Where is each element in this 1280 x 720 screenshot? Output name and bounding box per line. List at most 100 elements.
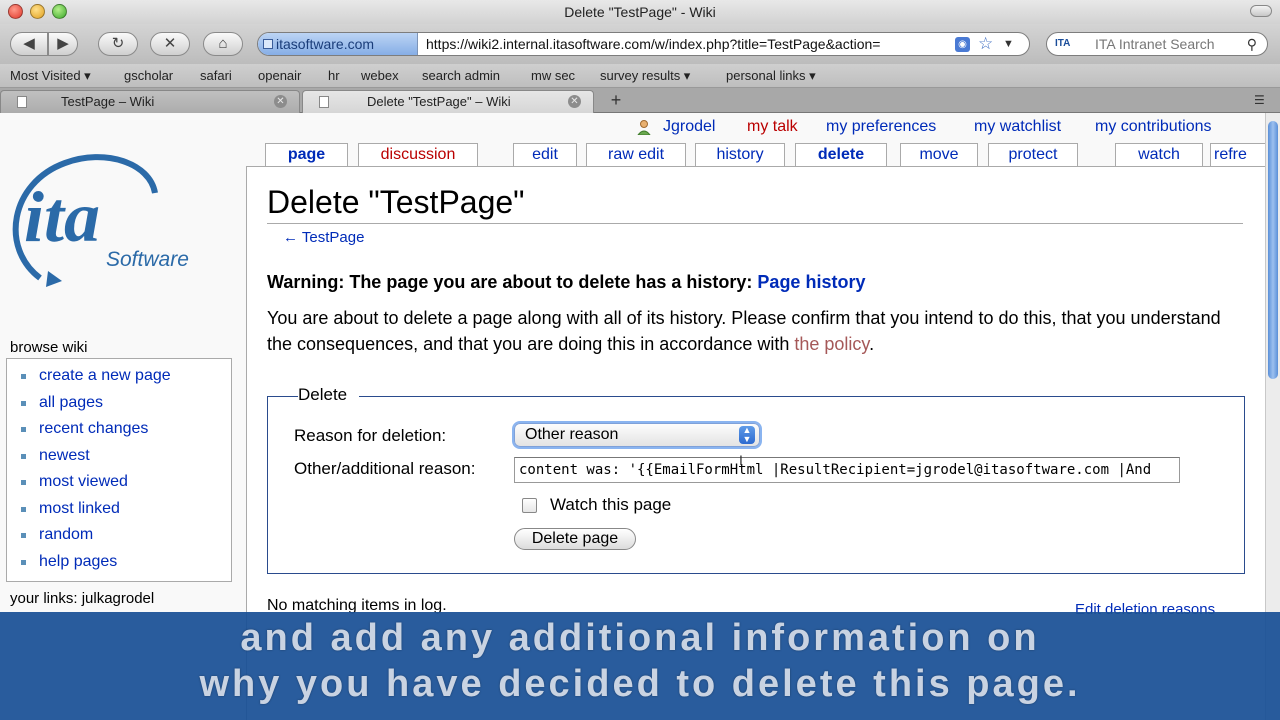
search-input[interactable]: ITA Intranet Search (1095, 33, 1215, 55)
tab-strip: TestPage – Wiki ✕ Delete "TestPage" – Wi… (0, 88, 1280, 113)
page-icon (17, 96, 27, 108)
delete-fieldset: Delete Reason for deletion: Other reason… (267, 385, 1245, 574)
sidebar-item-create-page[interactable]: create a new page (21, 363, 231, 390)
sidebar-item-help-pages[interactable]: help pages (21, 549, 231, 576)
site-identity-button[interactable]: itasoftware.com (258, 33, 418, 55)
history-warning: Warning: The page you are about to delet… (267, 272, 865, 293)
sidebar-item-all-pages[interactable]: all pages (21, 390, 231, 417)
close-window-button[interactable] (8, 4, 23, 19)
bookmark-search-admin[interactable]: search admin (422, 64, 500, 88)
tab-delete-testpage[interactable]: Delete "TestPage" – Wiki ✕ (302, 90, 594, 113)
site-identity-label: itasoftware.com (276, 36, 375, 52)
tab-raw-edit[interactable]: raw edit (586, 143, 686, 167)
caption-line-2: why you have decided to delete this page… (199, 663, 1081, 705)
select-arrows-icon: ▲ ▼ (739, 426, 755, 444)
sidebar-heading: browse wiki (10, 339, 88, 356)
reason-label: Reason for deletion: (294, 426, 447, 445)
page-title: Delete "TestPage" (267, 183, 1243, 224)
text-cursor-icon: I (739, 452, 743, 468)
watch-page-checkbox[interactable] (522, 498, 537, 513)
site-icon (263, 39, 273, 49)
close-tab-icon[interactable]: ✕ (274, 95, 287, 108)
tab-refresh[interactable]: refre (1210, 143, 1265, 167)
delete-page-button[interactable]: Delete page (514, 528, 636, 550)
new-tab-button[interactable]: + (604, 90, 628, 111)
page-icon (319, 96, 329, 108)
close-tab-icon[interactable]: ✕ (568, 95, 581, 108)
forward-arrow-icon: ▶ (57, 35, 69, 52)
reason-selected-value: Other reason (525, 426, 619, 443)
minimize-window-button[interactable] (30, 4, 45, 19)
fieldset-legend: Delete (298, 385, 360, 405)
sidebar-item-recent-changes[interactable]: recent changes (21, 416, 231, 443)
tab-label: TestPage – Wiki (61, 94, 155, 109)
ita-software-logo[interactable]: ita Software (10, 153, 240, 298)
url-text[interactable]: https://wiki2.internal.itasoftware.com/w… (426, 33, 951, 55)
tab-history[interactable]: history (695, 143, 785, 167)
sidebar-item-random[interactable]: random (21, 522, 231, 549)
your-links-heading: your links: julkagrodel (10, 590, 155, 607)
bookmark-webex[interactable]: webex (361, 64, 399, 88)
address-bar[interactable]: itasoftware.com https://wiki2.internal.i… (257, 32, 1030, 56)
url-dropdown-icon[interactable]: ▼ (1003, 33, 1014, 55)
home-button[interactable]: ⌂ (203, 32, 243, 56)
sidebar-item-newest[interactable]: newest (21, 443, 231, 470)
bookmark-most-visited[interactable]: Most Visited ▾ (10, 64, 91, 88)
user-icon (637, 120, 651, 135)
toolbar-toggle-button[interactable] (1250, 5, 1272, 17)
my-talk-link[interactable]: my talk (747, 115, 798, 139)
tab-protect[interactable]: protect (988, 143, 1078, 167)
bookmark-openair[interactable]: openair (258, 64, 301, 88)
watch-page-label[interactable]: Watch this page (550, 495, 671, 515)
search-bar[interactable]: ITA ITA Intranet Search ⚲ (1046, 32, 1268, 56)
search-icon[interactable]: ⚲ (1247, 33, 1257, 55)
tab-list-icon[interactable]: ☰ (1254, 93, 1268, 107)
tab-watch[interactable]: watch (1115, 143, 1203, 167)
video-caption: and add any additional information on wh… (0, 612, 1280, 720)
intro-end: . (869, 334, 875, 354)
tab-discussion[interactable]: discussion (358, 143, 478, 167)
stop-button[interactable]: ✕ (150, 32, 190, 56)
policy-link[interactable]: the policy (794, 334, 869, 354)
backlink[interactable]: ← TestPage (283, 229, 364, 246)
stop-icon: ✕ (163, 35, 177, 52)
bookmarks-toolbar: Most Visited ▾ gscholar safari openair h… (0, 64, 1280, 88)
logo-sub-text: Software (106, 248, 189, 271)
reload-button[interactable]: ↻ (98, 32, 138, 56)
tab-label: Delete "TestPage" – Wiki (367, 94, 511, 109)
bookmark-survey-results[interactable]: survey results ▾ (600, 64, 690, 88)
intro-text: You are about to delete a page along wit… (267, 308, 1221, 354)
other-reason-input[interactable]: content was: '{{EmailFormHtml |ResultRec… (514, 457, 1180, 483)
tab-move[interactable]: move (900, 143, 978, 167)
sidebar-item-most-linked[interactable]: most linked (21, 496, 231, 523)
tab-page[interactable]: page (265, 143, 348, 167)
rss-feed-icon[interactable]: ◉ (955, 37, 970, 52)
scrollbar-thumb[interactable] (1268, 121, 1278, 379)
back-arrow-icon: ◀ (23, 35, 35, 52)
zoom-window-button[interactable] (52, 4, 67, 19)
bookmark-gscholar[interactable]: gscholar (124, 64, 173, 88)
user-page-link[interactable]: Jgrodel (663, 115, 715, 139)
bookmark-safari[interactable]: safari (200, 64, 232, 88)
tab-delete[interactable]: delete (795, 143, 887, 167)
tab-edit[interactable]: edit (513, 143, 577, 167)
bookmark-star-icon[interactable]: ☆ (978, 33, 993, 55)
sidebar-item-most-viewed[interactable]: most viewed (21, 469, 231, 496)
window-title: Delete "TestPage" - Wiki (564, 4, 716, 20)
forward-button[interactable]: ▶ (48, 32, 78, 56)
bookmark-hr[interactable]: hr (328, 64, 340, 88)
my-watchlist-link[interactable]: my watchlist (974, 115, 1061, 139)
back-button[interactable]: ◀ (10, 32, 48, 56)
caption-line-1: and add any additional information on (240, 617, 1040, 659)
bookmark-mw-sec[interactable]: mw sec (531, 64, 575, 88)
warning-text: Warning: The page you are about to delet… (267, 272, 753, 292)
reload-icon: ↻ (111, 35, 125, 52)
my-preferences-link[interactable]: my preferences (826, 115, 936, 139)
page-history-link[interactable]: Page history (757, 272, 865, 292)
delete-intro: You are about to delete a page along wit… (267, 305, 1247, 357)
search-engine-icon[interactable]: ITA (1055, 36, 1083, 52)
bookmark-personal-links[interactable]: personal links ▾ (726, 64, 816, 88)
my-contributions-link[interactable]: my contributions (1095, 115, 1212, 139)
reason-select[interactable]: Other reason ▲ ▼ (514, 423, 760, 447)
tab-testpage[interactable]: TestPage – Wiki ✕ (0, 90, 300, 113)
